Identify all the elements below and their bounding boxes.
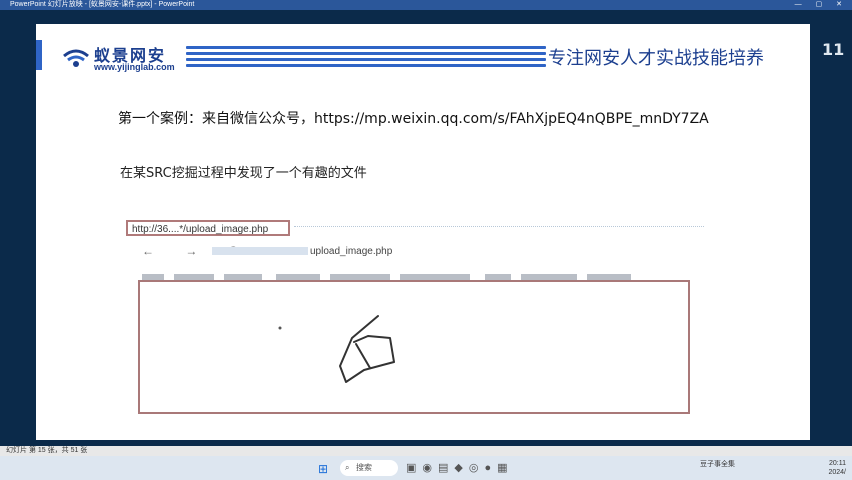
tray-label[interactable]: 豆子事全集 [700,459,735,469]
window-title: PowerPoint 幻灯片放映 - [蚁景网安-课件.pptx] - Powe… [10,1,195,8]
side-slide-number: 11 [822,40,845,59]
search-placeholder: 搜索 [356,463,372,472]
slogan: 专注网安人才实战技能培养 [548,48,764,69]
window-controls[interactable]: — ▢ ✕ [795,0,848,10]
case-title: 第一个案例：来自微信公众号，https://mp.weixin.qq.com/s… [118,111,709,127]
brand-logo-icon [63,49,89,67]
taskbar-app-icons[interactable]: ▣◉▤◆◎●▦ [406,461,513,474]
header-accent-bar [36,40,42,70]
search-icon: ⌕ [345,463,350,472]
dotted-divider [294,226,704,227]
bookmarks-bar [142,268,646,298]
browser-screenshot: http://36....*/upload_image.php ← → C up… [126,218,706,418]
url-callout: http://36....*/upload_image.php [126,220,290,236]
header-stripes [186,46,546,68]
taskbar: ⊞ ⌕ 搜索 ▣◉▤◆◎●▦ 豆子事全集 20:11 2024/ [0,456,852,480]
status-bar: 幻灯片 第 15 张，共 51 张 [0,446,852,456]
slide: 蚁景网安 www.yijinglab.com 专注网安人才实战技能培养 第一个案… [36,24,810,440]
redacted-host [212,247,308,256]
case-description: 在某SRC挖掘过程中发现了一个有趣的文件 [120,166,367,181]
clock[interactable]: 20:11 2024/ [828,459,846,477]
clock-date: 2024/ [828,469,846,476]
taskbar-search[interactable]: ⌕ 搜索 [340,460,398,476]
address-path: upload_image.php [310,246,393,257]
presentation-stage: 11 蚁景网安 www.yijinglab.com 专注网安人才实战技能培养 第… [0,10,852,446]
window-title-bar: PowerPoint 幻灯片放映 - [蚁景网安-课件.pptx] - Powe… [0,0,852,10]
browser-address: upload_image.php [212,246,392,257]
windows-icon[interactable]: ⊞ [318,462,328,476]
pen-annotation-scribble [278,315,395,383]
drawing-canvas-box [138,280,690,414]
brand-url: www.yijinglab.com [94,62,175,72]
slide-counter: 幻灯片 第 15 张，共 51 张 [6,447,88,454]
clock-time: 20:11 [829,460,846,467]
